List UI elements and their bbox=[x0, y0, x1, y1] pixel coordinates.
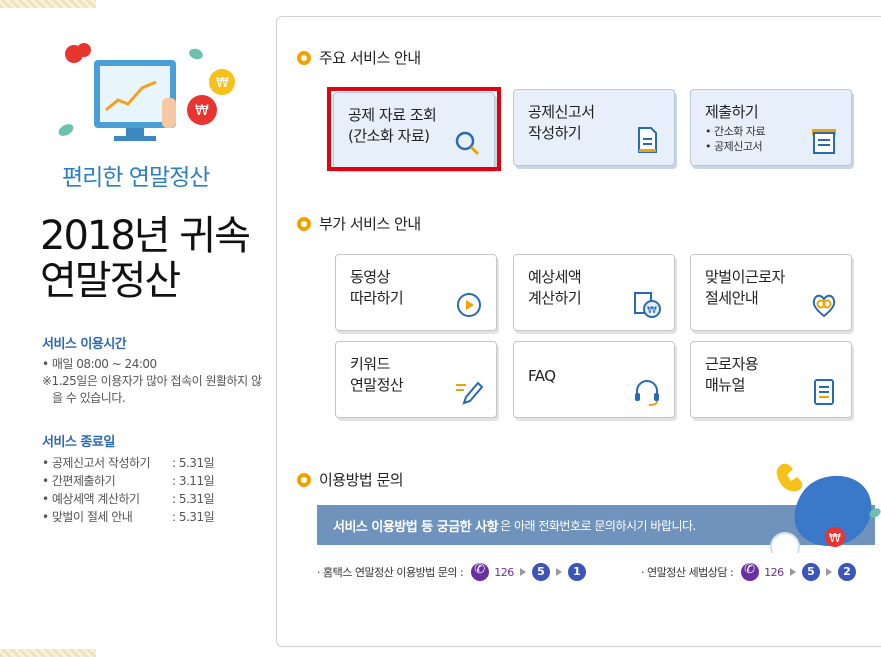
couple-rings-icon bbox=[812, 294, 836, 318]
left-info-panel: ₩ ₩ 편리한 연말정산 2018년 귀속 연말정산 서비스 이용시간 • 매일… bbox=[0, 0, 270, 657]
end-item-label: • 예상세액 계산하기 bbox=[42, 492, 140, 506]
document-icon bbox=[638, 127, 657, 153]
card-title-line1: 근로자용 bbox=[705, 355, 759, 373]
card-title-line1: 예상세액 bbox=[528, 268, 582, 286]
menu-step: 2 bbox=[837, 563, 856, 581]
phone-icon bbox=[741, 562, 760, 581]
highlight-box bbox=[327, 87, 501, 171]
submit-tray-icon bbox=[812, 129, 836, 154]
manual-icon bbox=[814, 379, 834, 405]
card-title-line2: 따라하기 bbox=[350, 289, 404, 307]
video-tutorial-button[interactable]: 동영상따라하기 bbox=[335, 254, 497, 331]
phone-number: 126 bbox=[494, 565, 514, 579]
card-title: 키워드연말정산 bbox=[350, 354, 404, 396]
contact-label: · 연말정산 세법상담 : bbox=[641, 566, 734, 579]
card-title: 공제신고서작성하기 bbox=[528, 102, 595, 144]
dual-income-tax-guide-button[interactable]: 맞벌이근로자절세안내 bbox=[690, 254, 852, 331]
menu-step: 5 bbox=[801, 563, 820, 581]
end-item-date: : 5.31일 bbox=[172, 510, 215, 524]
page-title: 2018년 귀속 연말정산 bbox=[40, 213, 251, 304]
list-item: • 간편제출하기 : 3.11일 bbox=[42, 472, 215, 490]
homtax-inquiry-contact: · 홈택스 연말정산 이용방법 문의 : 126 5 1 bbox=[317, 562, 588, 581]
submit-button[interactable]: 제출하기 • 간소화 자료 • 공제신고서 bbox=[690, 89, 852, 166]
card-title-line2: 매뉴얼 bbox=[705, 376, 745, 394]
menu-step: 5 bbox=[531, 563, 550, 581]
tax-estimate-button[interactable]: 예상세액계산하기 ₩ bbox=[513, 254, 675, 331]
card-title: 근로자용매뉴얼 bbox=[705, 354, 759, 396]
card-title-line2: 계산하기 bbox=[528, 289, 582, 307]
arrow-right-icon bbox=[519, 568, 526, 576]
end-item-date: : 5.31일 bbox=[172, 492, 215, 506]
page-title-line2: 연말정산 bbox=[40, 258, 181, 304]
card-title: 맞벌이근로자절세안내 bbox=[705, 267, 785, 309]
card-sub-line1: • 간소화 자료 bbox=[705, 125, 766, 138]
card-title-line1: 키워드 bbox=[350, 355, 390, 373]
svg-text:₩: ₩ bbox=[195, 103, 209, 119]
inquiry-heading-text: 이용방법 문의 bbox=[319, 471, 404, 489]
service-tagline: 편리한 연말정산 bbox=[62, 165, 210, 191]
card-title-line2: 연말정산 bbox=[350, 376, 404, 394]
service-end-list: • 공제신고서 작성하기 : 5.31일 • 간편제출하기 : 3.11일 • 예상… bbox=[42, 454, 215, 526]
page-title-line1: 2018년 귀속 bbox=[40, 213, 251, 259]
monitor-chart-illustration-icon: ₩ ₩ bbox=[58, 43, 235, 141]
card-title: 동영상따라하기 bbox=[350, 267, 404, 309]
card-title-line1: 동영상 bbox=[350, 268, 390, 286]
service-hours-line: • 매일 08:00 ~ 24:00 bbox=[42, 357, 157, 371]
pencil-list-icon bbox=[456, 381, 484, 405]
services-panel: 주요 서비스 안내 공제 자료 조회 (간소화 자료) 공제신고서 작성하기 제출하… bbox=[276, 16, 881, 647]
card-title-line2: 절세안내 bbox=[705, 289, 759, 307]
menu-step: 1 bbox=[567, 563, 586, 581]
service-hours-title: 서비스 이용시간 bbox=[42, 337, 127, 352]
deduction-form-write-button[interactable]: 공제신고서작성하기 bbox=[513, 89, 675, 166]
end-item-label: • 공제신고서 작성하기 bbox=[42, 456, 151, 470]
main-services-heading-text: 주요 서비스 안내 bbox=[319, 49, 421, 67]
phone-icon bbox=[471, 562, 490, 581]
card-sub-line2: • 공제신고서 bbox=[705, 140, 763, 153]
tax-law-consult-contact: · 연말정산 세법상담 : 126 5 2 bbox=[641, 562, 858, 581]
banner-text: 은 아래 전화번호로 문의하시기 바랍니다. bbox=[500, 518, 696, 533]
card-title-line1: 맞벌이근로자 bbox=[705, 268, 785, 286]
headset-icon bbox=[635, 380, 659, 406]
bullet-dot-icon bbox=[297, 50, 311, 65]
contact-label: · 홈택스 연말정산 이용방법 문의 : bbox=[317, 566, 464, 579]
list-item: • 맞벌이 절세 안내 : 5.31일 bbox=[42, 508, 215, 526]
service-end-title: 서비스 종료일 bbox=[42, 435, 115, 450]
svg-text:₩: ₩ bbox=[216, 76, 229, 91]
service-hours-info: • 매일 08:00 ~ 24:00 ※1.25일은 이용자가 많아 접속이 원… bbox=[42, 356, 270, 407]
arrow-right-icon bbox=[825, 568, 832, 576]
card-title: FAQ bbox=[528, 367, 556, 385]
play-icon bbox=[457, 293, 481, 317]
arrow-right-icon bbox=[555, 568, 562, 576]
card-title-line2: 작성하기 bbox=[528, 124, 582, 142]
banner-bold-text: 서비스 이용방법 등 궁금한 사항 bbox=[333, 519, 499, 535]
employee-manual-button[interactable]: 근로자용매뉴얼 bbox=[690, 341, 852, 418]
extra-services-heading-text: 부가 서비스 안내 bbox=[319, 215, 421, 233]
card-title: 예상세액계산하기 bbox=[528, 267, 582, 309]
end-item-label: • 맞벌이 절세 안내 bbox=[42, 510, 133, 524]
main-services-heading: 주요 서비스 안내 bbox=[297, 47, 421, 68]
end-item-date: : 3.11일 bbox=[172, 474, 215, 488]
arrow-right-icon bbox=[789, 568, 796, 576]
list-item: • 예상세액 계산하기 : 5.31일 bbox=[42, 490, 215, 508]
service-hours-note: ※1.25일은 이용자가 많아 접속이 원활하지 않을 수 있습니다. bbox=[42, 374, 262, 405]
list-item: • 공제신고서 작성하기 : 5.31일 bbox=[42, 454, 215, 472]
card-subtitle: • 간소화 자료 • 공제신고서 bbox=[705, 124, 766, 154]
phone-number: 126 bbox=[764, 565, 784, 579]
bullet-dot-icon bbox=[297, 216, 311, 231]
chat-bubble-illustration-icon: ₩ bbox=[770, 463, 881, 553]
card-title: 제출하기 bbox=[705, 103, 759, 121]
bullet-dot-icon bbox=[297, 472, 311, 487]
calculator-money-icon: ₩ bbox=[634, 292, 661, 318]
svg-text:₩: ₩ bbox=[829, 531, 841, 545]
card-title-line1: 공제신고서 bbox=[528, 103, 595, 121]
extra-services-heading: 부가 서비스 안내 bbox=[297, 213, 421, 234]
end-item-date: : 5.31일 bbox=[172, 456, 215, 470]
keyword-settlement-button[interactable]: 키워드연말정산 bbox=[335, 341, 497, 418]
svg-text:₩: ₩ bbox=[647, 305, 657, 316]
inquiry-heading: 이용방법 문의 bbox=[297, 469, 404, 490]
faq-button[interactable]: FAQ bbox=[513, 341, 675, 418]
end-item-label: • 간편제출하기 bbox=[42, 474, 116, 488]
